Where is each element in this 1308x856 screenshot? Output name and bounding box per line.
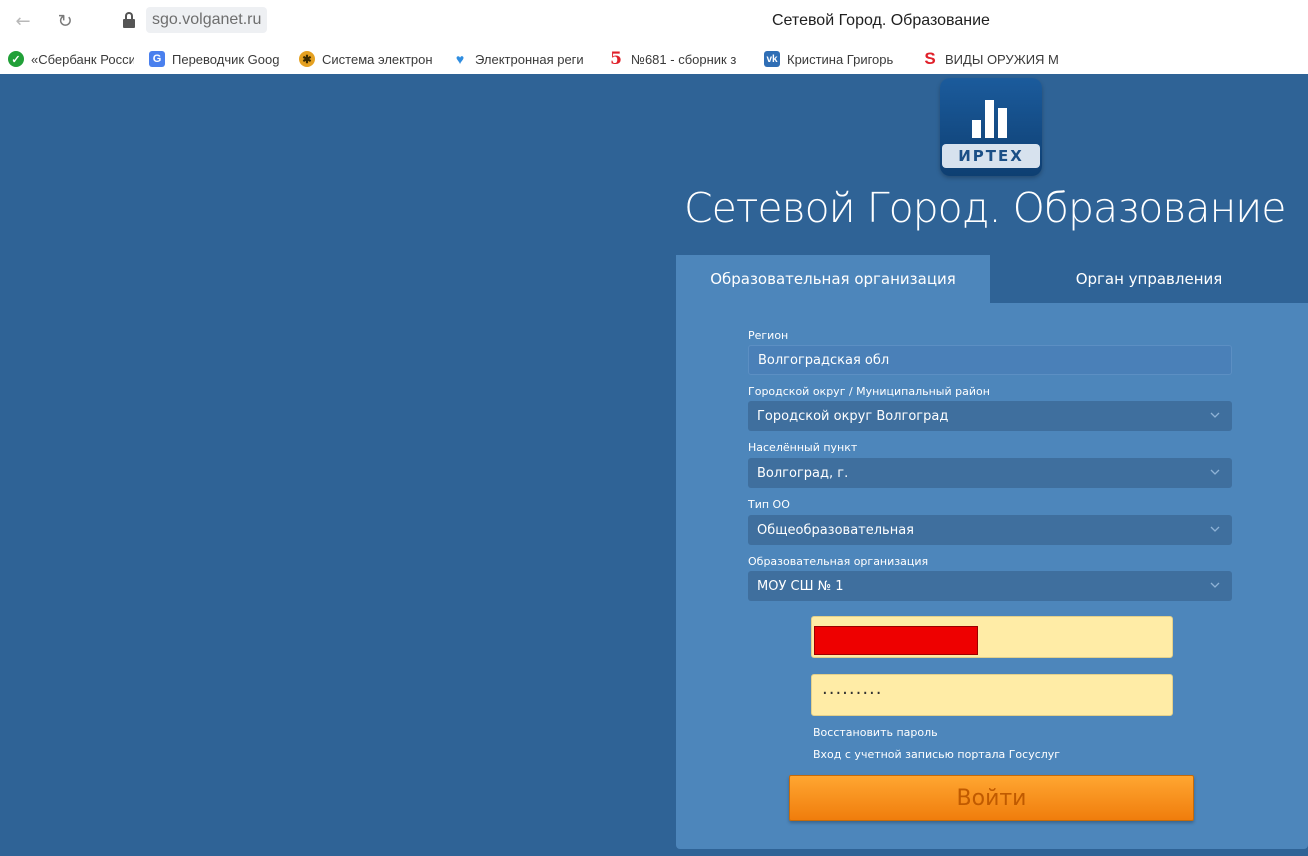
window-title: Сетевой Город. Образование	[772, 12, 990, 29]
tab-management-body[interactable]: Орган управления	[990, 255, 1308, 303]
gosuslugi-login-link[interactable]: Вход с учетной записью портала Госуслуг	[813, 748, 1060, 761]
region-label: Регион	[748, 329, 789, 342]
district-label: Городской округ / Муниципальный район	[748, 385, 990, 398]
district-value: Городской округ Волгоград	[757, 408, 949, 424]
restore-password-link[interactable]: Восстановить пароль	[813, 726, 938, 739]
bookmark-weapons[interactable]: S ВИДЫ ОРУЖИЯ М	[922, 49, 1065, 68]
s-icon: S	[924, 49, 936, 68]
bookmark-vk[interactable]: vk Кристина Григорь	[764, 51, 907, 67]
region-field[interactable]: Волгоградская обл	[748, 345, 1232, 375]
bookmark-registration[interactable]: ♥ Электронная реги	[452, 51, 593, 67]
org-type-value: Общеобразовательная	[757, 522, 915, 538]
chevron-down-icon	[1210, 582, 1220, 588]
locality-label: Населённый пункт	[748, 441, 858, 454]
locality-value: Волгоград, г.	[757, 465, 849, 481]
bookmark-system[interactable]: ✱ Система электрон	[299, 51, 437, 67]
reload-icon[interactable]: ↻	[54, 10, 76, 32]
five-icon: 5	[610, 49, 622, 69]
login-form-panel: Регион Волгоградская обл Городской округ…	[676, 303, 1308, 849]
browser-toolbar: ← ↻ sgo.volganet.ru Сетевой Город. Образ…	[0, 0, 1308, 44]
bookmarks-bar: ✓ «Сбербанк Росси G Переводчик Goog ✱ Си…	[0, 44, 1308, 74]
google-translate-icon: G	[149, 51, 165, 67]
back-arrow-icon[interactable]: ←	[12, 10, 34, 32]
bookmark-sbornik[interactable]: 5 №681 - сборник з	[608, 49, 749, 69]
login-page: ИРТЕХ Сетевой Город. Образование Образов…	[0, 74, 1308, 856]
logo-text: ИРТЕХ	[958, 147, 1024, 165]
bookmark-label: Электронная реги	[475, 51, 584, 67]
locality-select[interactable]: Волгоград, г.	[748, 458, 1232, 488]
login-tabs: Образовательная организация Орган управл…	[676, 255, 1308, 303]
bookmark-label: «Сбербанк Росси	[31, 51, 134, 67]
redacted-username	[814, 626, 978, 655]
sberbank-icon: ✓	[8, 51, 24, 67]
organization-select[interactable]: МОУ СШ № 1	[748, 571, 1232, 601]
bookmark-label: ВИДЫ ОРУЖИЯ М	[945, 51, 1059, 67]
login-button[interactable]: Войти	[789, 775, 1194, 821]
site-title: Сетевой Город. Образование	[684, 184, 1287, 232]
chevron-down-icon	[1210, 526, 1220, 532]
address-bar[interactable]: sgo.volganet.ru	[146, 7, 268, 33]
heart-icon: ♥	[455, 51, 465, 67]
bookmark-label: Кристина Григорь	[787, 51, 894, 67]
lock-icon[interactable]	[122, 12, 136, 28]
organization-label: Образовательная организация	[748, 555, 929, 568]
org-type-select[interactable]: Общеобразовательная	[748, 515, 1232, 545]
org-type-label: Тип ОО	[748, 498, 790, 511]
chevron-down-icon	[1210, 469, 1220, 475]
district-select[interactable]: Городской округ Волгоград	[748, 401, 1232, 431]
system-icon: ✱	[299, 51, 315, 67]
vk-icon: vk	[764, 51, 780, 67]
chevron-down-icon	[1210, 412, 1220, 418]
bookmark-google-translate[interactable]: G Переводчик Goog	[149, 51, 284, 67]
organization-value: МОУ СШ № 1	[757, 578, 844, 594]
bookmark-label: №681 - сборник з	[631, 51, 737, 67]
bookmark-label: Переводчик Goog	[172, 51, 280, 67]
bookmark-label: Система электрон	[322, 51, 433, 67]
password-mask: ·········	[822, 683, 883, 704]
tab-education-organization[interactable]: Образовательная организация	[676, 255, 990, 303]
login-input[interactable]	[811, 616, 1173, 658]
password-input[interactable]: ·········	[811, 674, 1173, 716]
bookmark-sberbank[interactable]: ✓ «Сбербанк Росси	[8, 51, 134, 67]
irtech-logo: ИРТЕХ	[940, 78, 1042, 176]
